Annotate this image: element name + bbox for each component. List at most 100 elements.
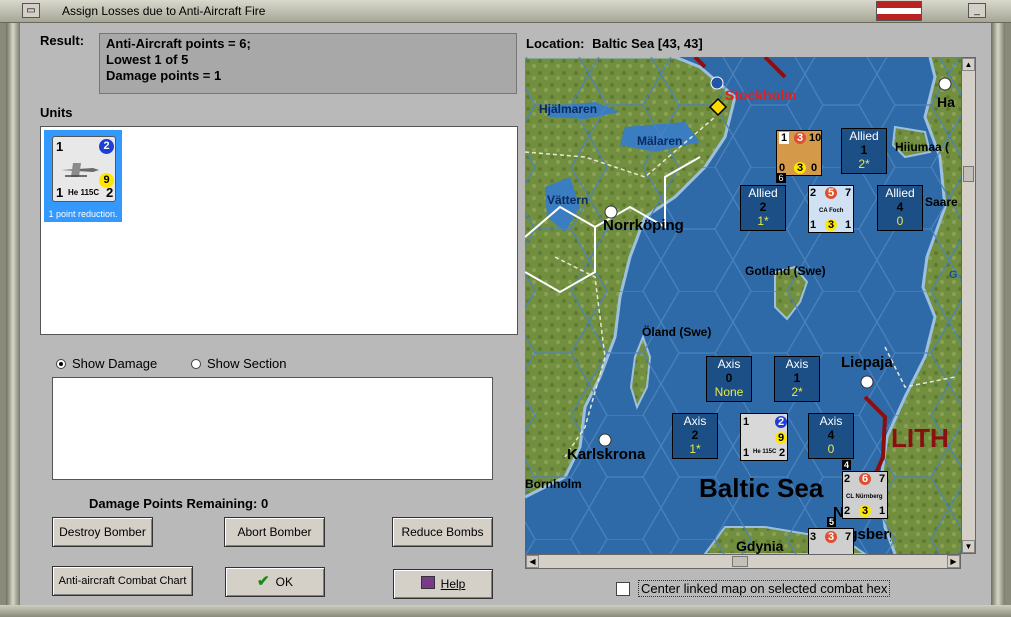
unit-he115c[interactable]: 1 2 9 1 He 115C 2 1 point reduction. (44, 130, 122, 222)
horizontal-scroll-thumb[interactable] (732, 556, 748, 567)
marker-sub: 0 (896, 214, 904, 228)
marker-value: 0 (725, 371, 733, 385)
center-linked-map-label: Center linked map on selected combat hex (638, 580, 891, 597)
map-label-malaren: Mälaren (637, 134, 683, 148)
counter-value: 7 (879, 473, 886, 485)
show-section-radio[interactable]: Show Section (191, 356, 287, 371)
counter-value: 3 (794, 162, 806, 174)
location-header: Location: Baltic Sea [43, 43] (526, 36, 703, 51)
damage-remaining: Damage Points Remaining: 0 (89, 496, 268, 511)
counter-value: 1 (810, 219, 817, 231)
map-label-norrkoping: Norrköping (603, 217, 684, 234)
map-counter-ship[interactable]: 5 3 3 7 (808, 517, 854, 554)
title-bar[interactable]: ▭ Assign Losses due to Anti-Aircraft Fir… (0, 0, 1011, 23)
counter-tag: 5 (827, 517, 837, 527)
destroy-bomber-button[interactable]: Destroy Bomber (52, 517, 153, 547)
hex-marker[interactable]: Axis 1 2* (774, 356, 820, 402)
map-counter-allied[interactable]: 1 3 10 0 3 0 (776, 130, 822, 176)
reduce-bombs-button[interactable]: Reduce Bombs (392, 517, 493, 547)
counter-value: 7 (845, 187, 852, 199)
scroll-down-icon[interactable]: ▼ (962, 540, 975, 553)
counter-name: He 115C (68, 188, 100, 197)
hex-marker[interactable]: Axis 2 1* (672, 413, 718, 459)
map-counter-ca-foch[interactable]: 2 5 7 CA Foch 1 3 1 (808, 185, 854, 233)
marker-side: Axis (717, 357, 741, 371)
damage-list[interactable] (52, 377, 493, 480)
flag-icon (876, 1, 922, 21)
result-label: Result: (40, 33, 85, 48)
damage-remaining-label: Damage Points Remaining: (89, 496, 258, 511)
hex-marker[interactable]: Axis 4 0 (808, 413, 854, 459)
counter-value: 2 (844, 473, 851, 485)
marker-sub: 1* (689, 442, 701, 456)
marker-side: Allied (849, 129, 879, 143)
units-label: Units (40, 105, 73, 120)
map-vertical-scrollbar[interactable]: ▲ ▼ (961, 57, 976, 554)
counter-value: 6 (859, 473, 871, 485)
map-horizontal-scrollbar[interactable]: ◀ ▶ (525, 554, 961, 569)
unit-note: 1 point reduction. (48, 209, 118, 219)
counter-value: 2 (810, 187, 817, 199)
help-button[interactable]: Help (393, 569, 493, 599)
counter-value: 1 (879, 505, 886, 517)
show-section-label: Show Section (207, 356, 287, 371)
checkbox-box[interactable] (616, 581, 630, 596)
counter-name: CA Foch (819, 208, 844, 214)
show-damage-label: Show Damage (72, 356, 158, 371)
abort-bomber-button[interactable]: Abort Bomber (224, 517, 325, 547)
unit-counter: 1 2 9 1 He 115C 2 (52, 136, 116, 202)
hex-marker[interactable]: Allied 1 2* (841, 128, 887, 174)
damage-remaining-value: 0 (260, 496, 269, 511)
marker-side: Axis (683, 414, 707, 428)
counter-value: 7 (845, 531, 852, 543)
result-line: Damage points = 1 (106, 68, 222, 83)
show-damage-radio[interactable]: Show Damage (56, 356, 157, 371)
help-label: Help (440, 577, 466, 591)
hex-marker[interactable]: Allied 2 1* (740, 185, 786, 231)
counter-value: 2 (844, 505, 851, 517)
marker-sub: 1* (757, 214, 769, 228)
marker-value: 1 (860, 143, 868, 157)
ok-button[interactable]: ✔ OK (225, 567, 325, 597)
system-menu-icon[interactable]: ▭ (22, 3, 40, 18)
marker-value: 2 (691, 428, 699, 442)
combat-map[interactable]: Stockholm Hjälmaren Mälaren Vättern Norr… (525, 57, 961, 554)
map-counter-cl-nurnberg[interactable]: 4 2 6 7 CL Nürnberg 2 3 1 (842, 460, 888, 519)
counter-value: 3 (810, 531, 817, 543)
map-label-bornholm: Bornholm (525, 477, 582, 491)
map-label-liepaja: Liepaja (841, 354, 893, 371)
counter-value: 1 (845, 219, 852, 231)
marker-side: Axis (785, 357, 809, 371)
map-counter-he115c[interactable]: 1 2 9 1 He 115C 2 (740, 413, 788, 461)
marker-sub: 2* (791, 385, 803, 399)
result-box: Anti-Aircraft points = 6; Lowest 1 of 5 … (99, 33, 517, 94)
aa-combat-chart-button[interactable]: Anti-aircraft Combat Chart (52, 566, 193, 596)
counter-value: 1 (743, 416, 750, 428)
map-label-hiiumaa: Hiiumaa ( (895, 140, 950, 154)
center-linked-map-checkbox[interactable]: Center linked map on selected combat hex (616, 580, 891, 597)
counter-value: 1 (779, 132, 790, 144)
hex-marker[interactable]: Allied 4 0 (877, 185, 923, 231)
map-label-stockholm: Stockholm (725, 87, 797, 103)
scroll-right-icon[interactable]: ▶ (947, 555, 960, 568)
map-label-baltic-sea: Baltic Sea (699, 473, 824, 503)
counter-value: 9 (775, 432, 787, 444)
counter-value: 2 (779, 447, 786, 459)
counter-value: 10 (809, 132, 822, 144)
minimize-button[interactable]: _ (968, 3, 986, 18)
map-label-saare: Saare (925, 195, 958, 209)
marker-side: Axis (819, 414, 843, 428)
scroll-up-icon[interactable]: ▲ (962, 58, 975, 71)
scroll-left-icon[interactable]: ◀ (526, 555, 539, 568)
map-label-lith: LITH (891, 423, 949, 453)
marker-sub: None (714, 385, 744, 399)
map-label-g: G (949, 269, 958, 281)
allied-counter-tag: 6 (776, 173, 786, 183)
hex-marker[interactable]: Axis 0 None (706, 356, 752, 402)
map-label-karlskrona: Karlskrona (567, 446, 646, 463)
vertical-scroll-thumb[interactable] (963, 166, 974, 182)
right-frame-post (991, 22, 1005, 617)
marker-value: 1 (793, 371, 801, 385)
units-list[interactable]: 1 2 9 1 He 115C 2 1 point reduction. (40, 126, 518, 335)
location-value: Baltic Sea [43, 43] (592, 36, 703, 51)
